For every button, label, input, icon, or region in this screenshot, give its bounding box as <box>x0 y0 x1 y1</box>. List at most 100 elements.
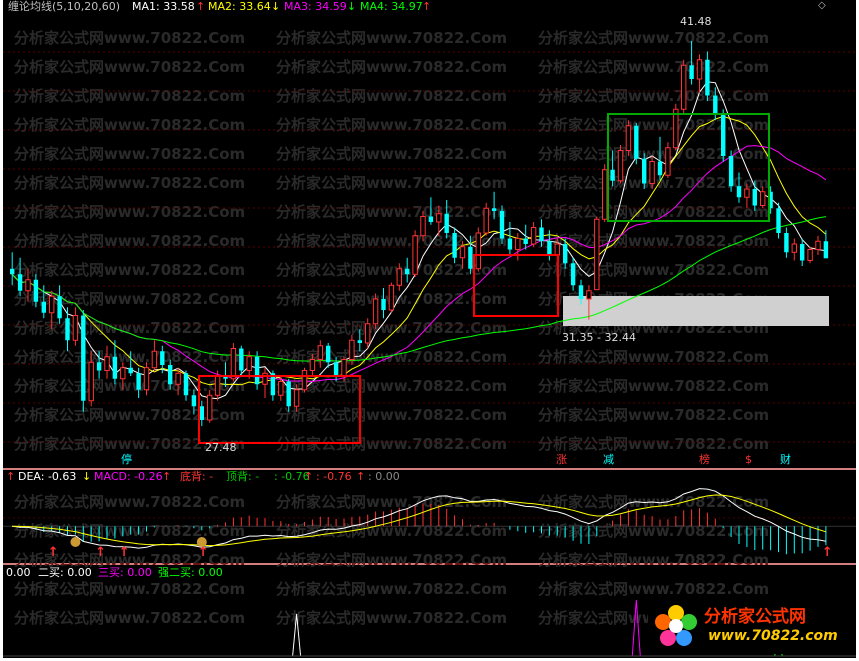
scroll-up-icon[interactable]: ◇ <box>818 0 826 12</box>
low-price-label: 27.48 <box>205 441 237 454</box>
watermark-text: 分析家公式网www.70822.Com <box>276 174 507 192</box>
candle-body-down <box>183 373 189 396</box>
candle-body-up <box>49 295 55 314</box>
candle-body-down <box>17 274 23 291</box>
watermark-text: 分析家公式网www.70822.Com <box>14 319 245 337</box>
candle-body-up <box>143 367 150 391</box>
candle-body-down <box>444 213 449 233</box>
macd-arrow-left: ↑ <box>6 470 16 483</box>
candle-body-down <box>65 318 70 341</box>
buy3-label: 三买: 0.00 <box>98 566 152 579</box>
watermark-text: 分析家公式网www.70822.Com <box>276 145 507 163</box>
candle-body-up <box>175 372 181 385</box>
candle-body-down <box>112 356 118 379</box>
watermark-text: 分析家公式网www.70822.Com <box>276 377 507 395</box>
candle-body-up <box>594 218 600 291</box>
candle-body-up <box>602 169 608 220</box>
candle-body-up <box>586 290 592 300</box>
candle-body-up <box>459 246 466 259</box>
money-bag-icon <box>70 537 81 547</box>
candle-body-up <box>625 125 632 151</box>
watermark-text: 分析家公式网www.70822.Com <box>14 493 245 511</box>
candle-body-up <box>309 359 316 371</box>
candle-body-down <box>784 233 789 253</box>
watermark-text: 分析家公式网www.70822.Com <box>14 203 245 221</box>
candle-body-down <box>160 351 165 365</box>
candle-body-up <box>420 216 426 237</box>
candle-body-down <box>634 125 639 159</box>
watermark-text: 分析家公式网www.70822.Com <box>276 58 507 76</box>
candle-body-up <box>246 356 252 371</box>
buy2-label: 二买: 0.00 <box>38 566 92 579</box>
macd-v1-arrow: ↑ <box>304 470 314 483</box>
candle-body-up <box>88 361 94 402</box>
watermark-text: 分析家公式网www.70822.Com <box>538 580 769 598</box>
site-logo: 分析家公式网 www.70822.com <box>648 598 848 654</box>
watermark-text: 分析家公式网www.70822.Com <box>14 116 245 134</box>
watermark-text: 分析家公式网www.70822.Com <box>538 377 769 395</box>
candle-body-up <box>207 394 213 421</box>
candle-body-down <box>721 114 726 156</box>
candle-body-down <box>657 161 663 176</box>
candle-body-up <box>665 147 671 176</box>
candle-body-down <box>776 208 781 233</box>
candle-body-down <box>523 238 528 244</box>
watermark-text: 分析家公式网www.70822.Com <box>14 377 245 395</box>
candle-body-down <box>81 315 86 401</box>
candle-body-down <box>405 268 410 275</box>
high-price-label: 41.48 <box>680 15 712 28</box>
candle-body-up <box>554 243 560 256</box>
candle-body-down <box>10 268 15 275</box>
watermark-text: 分析家公式网www.70822.Com <box>14 87 245 105</box>
watermark-text: 分析家公式网www.70822.Com <box>538 406 769 424</box>
candle-body-down <box>800 244 805 261</box>
candle-body-up <box>673 108 679 149</box>
signal-label-stop: 停 <box>121 453 132 466</box>
candle-body-up <box>372 298 379 325</box>
candle-body-down <box>610 169 615 181</box>
indicator-name: 缠论均线(5,10,20,60) <box>8 0 121 13</box>
ma4-label: MA4: 34.97 <box>360 0 423 13</box>
candle-body-up <box>214 375 221 396</box>
candle-body-down <box>499 211 505 239</box>
watermark-text: 分析家公式网www.70822.Com <box>538 58 769 76</box>
candle-body-up <box>760 191 766 206</box>
candle-body-down <box>539 227 544 242</box>
watermark-text: 分析家公式网www.70822.Com <box>14 261 245 279</box>
dea-label: DEA: -0.63 <box>18 470 77 483</box>
candle-body-up <box>807 249 813 261</box>
candle-body-up <box>301 370 308 391</box>
watermark-text: 分析家公式网www.70822.Com <box>276 29 507 47</box>
watermark-text: 分析家公式网www.70822.Com <box>276 609 507 627</box>
candle-body-up <box>293 389 300 407</box>
candle-body-down <box>136 373 141 390</box>
candle-body-down <box>33 279 39 302</box>
candle-body-down <box>468 246 473 269</box>
candle-body-up <box>396 268 403 286</box>
macd-v3-label: : 0.00 <box>368 470 400 483</box>
bottom-div-label: 底背: - <box>180 470 214 483</box>
candle-body-down <box>96 362 102 371</box>
macd-panel-bg <box>3 470 856 563</box>
watermark-text: 分析家公式网www.70822.Com <box>14 58 245 76</box>
stock-chart[interactable]: 分析家公式网www.70822.Com 分析家公式网www.70822.Com 分析… <box>0 0 859 661</box>
candle-body-down <box>570 263 576 286</box>
candle-body-down <box>381 299 386 310</box>
watermark-text: 分析家公式网www.70822.Com <box>14 174 245 192</box>
candle-body-up <box>278 381 284 396</box>
watermark-text: 分析家公式网www.70822.Com <box>538 348 769 366</box>
candle-body-up <box>744 188 750 198</box>
candle-body-down <box>563 244 568 264</box>
candle-body-down <box>705 59 710 96</box>
candle-body-up <box>483 207 489 234</box>
candle-body-up <box>791 243 797 253</box>
candle-body-up <box>815 240 821 250</box>
candle-body-down <box>326 345 331 363</box>
candle-body-up <box>696 59 703 80</box>
candle-body-down <box>578 285 584 299</box>
candle-body-down <box>168 365 173 385</box>
buy-arrow-icon: ↑ <box>95 545 106 560</box>
candle-body-down <box>128 367 133 374</box>
candle-body-down <box>752 189 757 206</box>
candle-body-up <box>617 150 624 182</box>
